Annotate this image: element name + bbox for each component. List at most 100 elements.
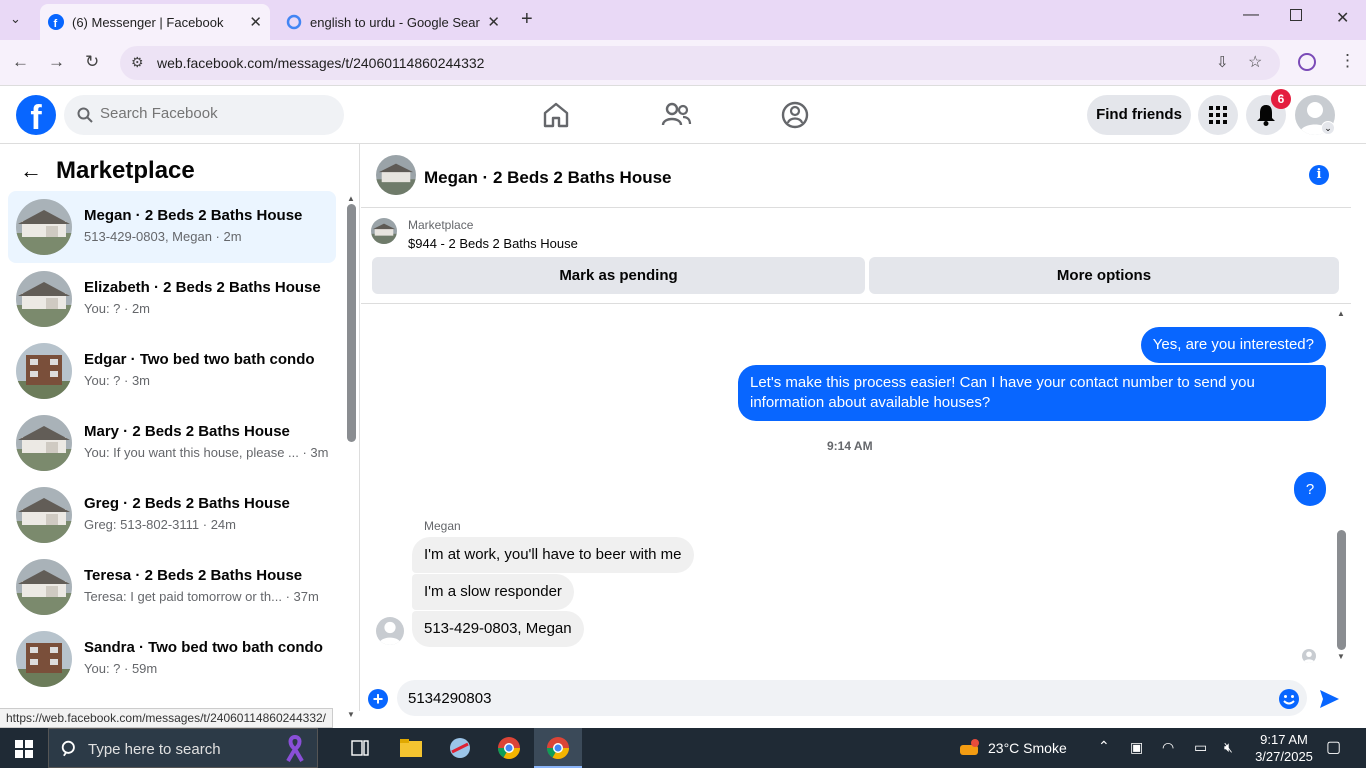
bookmark-star-icon[interactable]: ☆ bbox=[1248, 52, 1262, 72]
forward-icon[interactable]: → bbox=[48, 52, 65, 72]
conversation-item[interactable]: Elizabeth · 2 Beds 2 Baths House You: ? ·… bbox=[8, 263, 336, 335]
battery-icon[interactable]: ▭ bbox=[1194, 739, 1207, 756]
chrome-profile-icon bbox=[547, 737, 569, 759]
conversation-avatar bbox=[16, 487, 72, 543]
taskbar-search[interactable]: Type here to search bbox=[48, 728, 318, 768]
incoming-message[interactable]: 513-429-0803, Megan bbox=[412, 611, 584, 647]
browser-menu-icon[interactable]: ⋮ bbox=[1339, 51, 1356, 71]
find-friends-button[interactable]: Find friends bbox=[1087, 95, 1191, 135]
conversation-scrollbar[interactable] bbox=[347, 204, 356, 442]
tray-overflow-icon[interactable]: ⌃ bbox=[1098, 738, 1110, 755]
incoming-message[interactable]: I'm a slow responder bbox=[412, 574, 574, 610]
bell-icon bbox=[1257, 105, 1275, 126]
volume-muted-icon[interactable]: 🔇︎ bbox=[1224, 739, 1233, 756]
conversation-name: Mary · 2 Beds 2 Baths House bbox=[84, 423, 290, 440]
notification-badge: 6 bbox=[1271, 89, 1291, 109]
weather-text[interactable]: 23°C Smoke bbox=[988, 740, 1067, 756]
incoming-message[interactable]: I'm at work, you'll have to beer with me bbox=[412, 537, 694, 573]
restore-icon[interactable] bbox=[1290, 9, 1302, 21]
tab-google-search[interactable]: english to urdu - Google Search ✕ bbox=[278, 4, 508, 40]
outgoing-message[interactable]: ? bbox=[1294, 472, 1326, 506]
conversation-name: Sandra · Two bed two bath condo bbox=[84, 639, 323, 656]
conversation-item[interactable]: Greg · 2 Beds 2 Baths House Greg: 513-802… bbox=[8, 479, 336, 551]
conversation-preview: You: If you want this house, please ... … bbox=[84, 445, 329, 460]
app-icon[interactable] bbox=[448, 736, 472, 760]
tray-device-icon[interactable]: ▣ bbox=[1130, 739, 1143, 756]
profile-icon[interactable] bbox=[1298, 53, 1316, 71]
marketplace-label: Marketplace bbox=[408, 218, 474, 232]
more-options-button[interactable]: More options bbox=[869, 257, 1339, 294]
add-attachment-icon[interactable]: + bbox=[368, 689, 388, 709]
sender-name: Megan bbox=[424, 519, 461, 533]
chat-avatar[interactable] bbox=[376, 155, 416, 195]
scroll-down-icon[interactable]: ▼ bbox=[347, 710, 355, 719]
friends-icon[interactable] bbox=[660, 99, 692, 131]
back-icon[interactable]: ← bbox=[12, 52, 29, 72]
browser-tab-bar: ⌄ f (6) Messenger | Facebook ✕ english t… bbox=[0, 0, 1366, 40]
mark-as-pending-button[interactable]: Mark as pending bbox=[372, 257, 865, 294]
message-composer: + bbox=[361, 667, 1351, 716]
conversation-item[interactable]: Megan · 2 Beds 2 Baths House 513-429-0803… bbox=[8, 191, 336, 263]
url-text: web.facebook.com/messages/t/240601148602… bbox=[157, 55, 485, 71]
weather-icon[interactable] bbox=[958, 737, 980, 759]
clock-date[interactable]: 3/27/2025 bbox=[1254, 749, 1314, 764]
conversation-preview: 513-429-0803, Megan · 2m bbox=[84, 229, 242, 244]
home-icon[interactable] bbox=[540, 99, 572, 131]
tab-close-icon[interactable]: ✕ bbox=[487, 13, 500, 31]
conversation-item[interactable]: Mary · 2 Beds 2 Baths House You: If you w… bbox=[8, 407, 336, 479]
conversation-item[interactable]: Teresa · 2 Beds 2 Baths House Teresa: I g… bbox=[8, 551, 336, 623]
file-explorer-icon[interactable] bbox=[400, 739, 422, 757]
notification-center-icon[interactable]: ▢ bbox=[1326, 737, 1341, 757]
send-icon[interactable] bbox=[1318, 688, 1340, 710]
conversation-name: Megan · 2 Beds 2 Baths House bbox=[84, 207, 303, 224]
conversation-name: Edgar · Two bed two bath condo bbox=[84, 351, 315, 368]
task-view-icon[interactable] bbox=[351, 739, 369, 757]
windows-start-icon[interactable] bbox=[15, 740, 33, 758]
facebook-search-box[interactable] bbox=[64, 95, 344, 135]
install-app-icon[interactable]: ⇩ bbox=[1216, 53, 1229, 71]
outgoing-message[interactable]: Let's make this process easier! Can I ha… bbox=[738, 365, 1326, 421]
chrome-icon[interactable] bbox=[497, 736, 521, 760]
active-taskbar-app[interactable] bbox=[534, 728, 582, 768]
new-tab-icon[interactable]: + bbox=[521, 8, 533, 31]
tab-search-chevron-icon[interactable]: ⌄ bbox=[10, 11, 21, 27]
network-icon[interactable]: ◠ bbox=[1162, 739, 1174, 756]
window-close-icon[interactable]: ✕ bbox=[1336, 8, 1349, 28]
emoji-icon[interactable] bbox=[1278, 688, 1300, 710]
menu-button[interactable] bbox=[1198, 95, 1238, 135]
account-chevron-icon[interactable]: ⌄ bbox=[1321, 121, 1335, 135]
scroll-up-icon[interactable]: ▲ bbox=[347, 194, 355, 203]
reload-icon[interactable]: ↻ bbox=[85, 52, 99, 72]
listing-title[interactable]: $944 - 2 Beds 2 Baths House bbox=[408, 236, 578, 251]
message-timestamp: 9:14 AM bbox=[827, 439, 873, 453]
outgoing-message[interactable]: Yes, are you interested? bbox=[1140, 327, 1326, 363]
chat-scroll-up-icon[interactable]: ▲ bbox=[1337, 309, 1345, 318]
chat-header: Megan · 2 Beds 2 Baths House i bbox=[361, 144, 1351, 208]
conversation-item[interactable]: Edgar · Two bed two bath condo You: ? · 3… bbox=[8, 335, 336, 407]
chat-scroll-down-icon[interactable]: ▼ bbox=[1337, 652, 1345, 661]
message-input[interactable] bbox=[397, 680, 1307, 716]
facebook-search-input[interactable] bbox=[100, 105, 330, 122]
conversation-avatar bbox=[16, 631, 72, 687]
groups-icon[interactable] bbox=[779, 99, 811, 131]
chat-scrollbar[interactable] bbox=[1337, 530, 1346, 650]
facebook-favicon-icon: f bbox=[48, 14, 64, 30]
conversation-name: Teresa · 2 Beds 2 Baths House bbox=[84, 567, 303, 584]
address-bar[interactable]: ⚙ web.facebook.com/messages/t/2406011486… bbox=[120, 46, 1280, 80]
tab-messenger[interactable]: f (6) Messenger | Facebook ✕ bbox=[40, 4, 270, 40]
clock-time[interactable]: 9:17 AM bbox=[1256, 732, 1312, 747]
sender-avatar[interactable] bbox=[376, 617, 404, 645]
info-icon[interactable]: i bbox=[1309, 165, 1329, 185]
site-settings-icon[interactable]: ⚙ bbox=[131, 54, 144, 71]
listing-thumbnail[interactable] bbox=[371, 218, 397, 244]
minimize-icon[interactable]: — bbox=[1243, 6, 1259, 24]
conversation-preview: You: ? · 3m bbox=[84, 373, 151, 388]
tab-close-icon[interactable]: ✕ bbox=[249, 13, 262, 31]
grid-menu-icon bbox=[1209, 106, 1227, 124]
facebook-logo-icon[interactable]: f bbox=[16, 95, 56, 137]
back-arrow-icon[interactable]: ← bbox=[20, 158, 42, 184]
default-avatar-icon bbox=[1303, 651, 1315, 663]
google-favicon-icon bbox=[286, 14, 302, 30]
conversation-item[interactable]: Sandra · Two bed two bath condo You: ? · … bbox=[8, 623, 336, 695]
conversation-avatar bbox=[16, 559, 72, 615]
